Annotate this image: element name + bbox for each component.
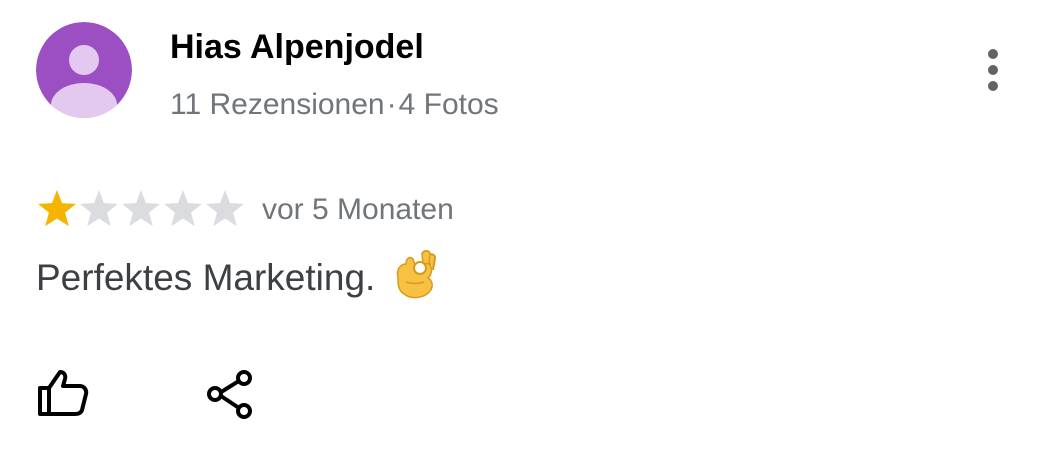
- review-text-line: Perfektes Marketing.: [36, 248, 438, 311]
- review-time: vor 5 Monaten: [262, 193, 454, 226]
- star-empty-icon: [79, 190, 119, 227]
- like-button[interactable]: [34, 366, 92, 420]
- reviews-count: 11 Rezensionen: [170, 88, 385, 121]
- star-rating: [36, 187, 246, 231]
- review-text: Perfektes Marketing.: [36, 257, 376, 298]
- star-filled-icon: [37, 190, 77, 227]
- reviewer-name[interactable]: Hias Alpenjodel: [170, 27, 424, 67]
- reviewer-meta: 11 Rezensionen·4 Fotos: [170, 87, 499, 123]
- meta-separator: ·: [386, 88, 397, 121]
- share-button[interactable]: [204, 368, 258, 422]
- review-card: Hias Alpenjodel 11 Rezensionen·4 Fotos v…: [0, 0, 1049, 450]
- star-empty-icon: [121, 190, 161, 227]
- avatar[interactable]: [36, 22, 132, 118]
- thumbs-up-icon: [38, 370, 89, 416]
- share-icon: [207, 370, 252, 419]
- star-empty-icon: [163, 190, 203, 227]
- more-vertical-icon: [988, 49, 998, 91]
- more-options-button[interactable]: [975, 47, 1011, 93]
- photos-count: 4 Fotos: [398, 88, 499, 121]
- ok-hand-emoji: [392, 248, 438, 311]
- person-icon: [36, 22, 132, 118]
- star-empty-icon: [205, 190, 245, 227]
